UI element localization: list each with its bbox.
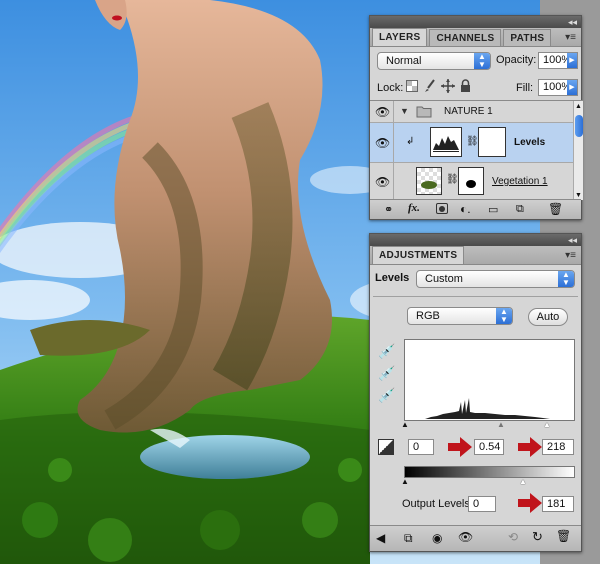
input-black-field[interactable]: 0 [408,439,434,455]
opacity-label: Opacity: [496,54,537,66]
dropdown-arrow-icon: ▲ ▼ [474,53,490,69]
lock-label: Lock: [377,82,404,94]
white-point-eyedropper-icon[interactable]: 💉 [378,387,395,404]
layer-row-levels[interactable]: 👁 ↲ ⛓ Levels [370,123,573,163]
tab-adjustments[interactable]: ADJUSTMENTS [372,246,465,264]
new-layer-icon[interactable]: ⧉ [516,203,524,216]
layer-name: Levels [514,137,546,148]
input-white-slider[interactable]: ▲ [543,420,551,429]
layer-list: 👁 ▼ NATURE 1 👁 ↲ ⛓ Levels 👁 ⛓ Vegetation… [370,100,583,200]
input-white-field[interactable]: 218 [542,439,574,455]
adjustments-panel: ◂◂ ADJUSTMENTS ▾≡ Levels Custom ▲ ▼ RGB ▲… [369,233,582,552]
adjustment-layer-icon[interactable]: ◐. [460,202,471,216]
chain-link-icon[interactable]: ⛓ [466,136,479,147]
lock-all-icon[interactable] [460,79,471,93]
back-arrow-icon[interactable]: ◀ [376,531,385,545]
tab-paths[interactable]: PATHS [503,29,552,46]
channel-value: RGB [416,310,440,322]
vegetation-layer-thumbnail [416,167,442,195]
expanded-view-icon[interactable]: ⧉ [404,531,413,546]
clip-to-layer-icon[interactable]: ◉ [432,531,442,545]
scroll-thumb[interactable] [575,115,583,137]
collapse-icon[interactable]: ◂◂ [568,235,577,245]
eye-icon: 👁 [375,105,391,119]
dropdown-arrow-icon: ▲ ▼ [558,271,574,287]
panel-titlebar[interactable]: ◂◂ [370,16,581,28]
output-gradient-bar [404,466,575,478]
separator [373,296,578,297]
red-arrow-icon [448,437,472,457]
layers-panel: ◂◂ LAYERS CHANNELS PATHS ▾≡ Normal ▲ ▼ Op… [369,15,583,220]
folder-icon [416,106,432,118]
tab-layers[interactable]: LAYERS [372,28,428,46]
visibility-eye-icon[interactable]: 👁 [458,530,473,544]
histogram [404,339,575,421]
gray-point-eyedropper-icon[interactable]: 💉 [378,365,395,382]
link-layers-icon[interactable]: ⚭ [384,203,393,216]
eye-icon: 👁 [375,136,391,150]
visibility-toggle[interactable]: 👁 [370,163,394,200]
blend-mode-select[interactable]: Normal ▲ ▼ [377,52,491,70]
red-arrow-icon [518,493,542,513]
panel-menu-icon[interactable]: ▾≡ [565,250,576,261]
adjustments-bottom-toolbar: ◀ ⧉ ◉ 👁 ⟲ ↻ 🗑 [370,525,581,551]
layers-bottom-toolbar: ⚭ fx. ◐. ▭ ⧉ 🗑 [370,199,581,219]
layer-row-group[interactable]: 👁 ▼ NATURE 1 [370,101,573,123]
output-levels-label: Output Levels: [402,498,473,510]
clipping-arrow-icon: ↲ [406,136,415,147]
layer-row-vegetation[interactable]: 👁 ⛓ Vegetation 1 [370,163,573,200]
input-gamma-field[interactable]: 0.54 [474,439,504,455]
disclosure-triangle-icon[interactable]: ▼ [400,106,409,116]
output-white-slider[interactable]: ▲ [519,477,527,486]
adjustments-tabbar: ADJUSTMENTS ▾≡ [370,246,581,265]
opacity-slider-arrow-icon[interactable]: ▶ [567,53,577,68]
lock-brush-icon[interactable] [424,79,436,93]
preset-value: Custom [425,273,463,285]
layer-style-fx-icon[interactable]: fx. [408,202,420,214]
layer-mask-thumbnail[interactable] [458,167,484,195]
opacity-field[interactable]: 100% ▶ [538,52,578,69]
panel-menu-icon[interactable]: ▾≡ [565,32,576,43]
trash-icon[interactable]: 🗑 [556,529,571,543]
dropdown-arrow-icon: ▲ ▼ [496,308,512,324]
channel-select[interactable]: RGB ▲ ▼ [407,307,513,325]
output-white-field[interactable]: 181 [542,496,574,512]
scroll-down-arrow-icon[interactable]: ▼ [575,192,582,199]
fill-label: Fill: [516,82,534,94]
trash-icon[interactable]: 🗑 [548,202,563,216]
layer-mask-thumbnail[interactable] [478,127,506,157]
layer-name: Vegetation 1 [492,176,548,187]
scroll-up-arrow-icon[interactable]: ▲ [575,103,582,110]
black-point-eyedropper-icon[interactable]: 💉 [378,343,395,360]
layers-tabbar: LAYERS CHANNELS PATHS ▾≡ [370,28,581,47]
chain-link-icon[interactable]: ⛓ [446,174,459,185]
adjustment-type-label: Levels [375,272,410,284]
visibility-toggle[interactable]: 👁 [370,101,394,122]
lock-move-icon[interactable] [441,79,455,93]
visibility-toggle[interactable]: 👁 [370,123,394,162]
auto-button[interactable]: Auto [528,308,568,326]
new-group-icon[interactable]: ▭ [488,203,498,216]
red-arrow-icon [518,437,542,457]
output-black-slider[interactable]: ▲ [401,477,409,486]
eye-icon: 👁 [375,175,391,189]
reset-icon[interactable]: ↻ [532,529,543,545]
lock-transparent-icon[interactable] [406,80,418,92]
preset-select[interactable]: Custom ▲ ▼ [416,270,575,288]
layer-name: NATURE 1 [444,106,493,117]
levels-adjustment-thumbnail [430,127,462,157]
view-previous-icon[interactable]: ⟲ [508,530,518,544]
output-black-field[interactable]: 0 [468,496,496,512]
input-gamma-slider[interactable]: ▲ [497,420,505,429]
clipping-warning-icon[interactable] [378,439,394,455]
fill-slider-arrow-icon[interactable]: ▶ [567,80,577,95]
add-mask-icon[interactable] [436,203,448,214]
layers-scrollbar[interactable]: ▲ ▼ [573,101,583,200]
fill-field[interactable]: 100% ▶ [538,79,578,96]
collapse-icon[interactable]: ◂◂ [568,17,577,27]
panel-titlebar[interactable]: ◂◂ [370,234,581,246]
tab-channels[interactable]: CHANNELS [429,29,502,46]
input-black-slider[interactable]: ▲ [401,420,409,429]
blend-mode-value: Normal [386,55,422,67]
